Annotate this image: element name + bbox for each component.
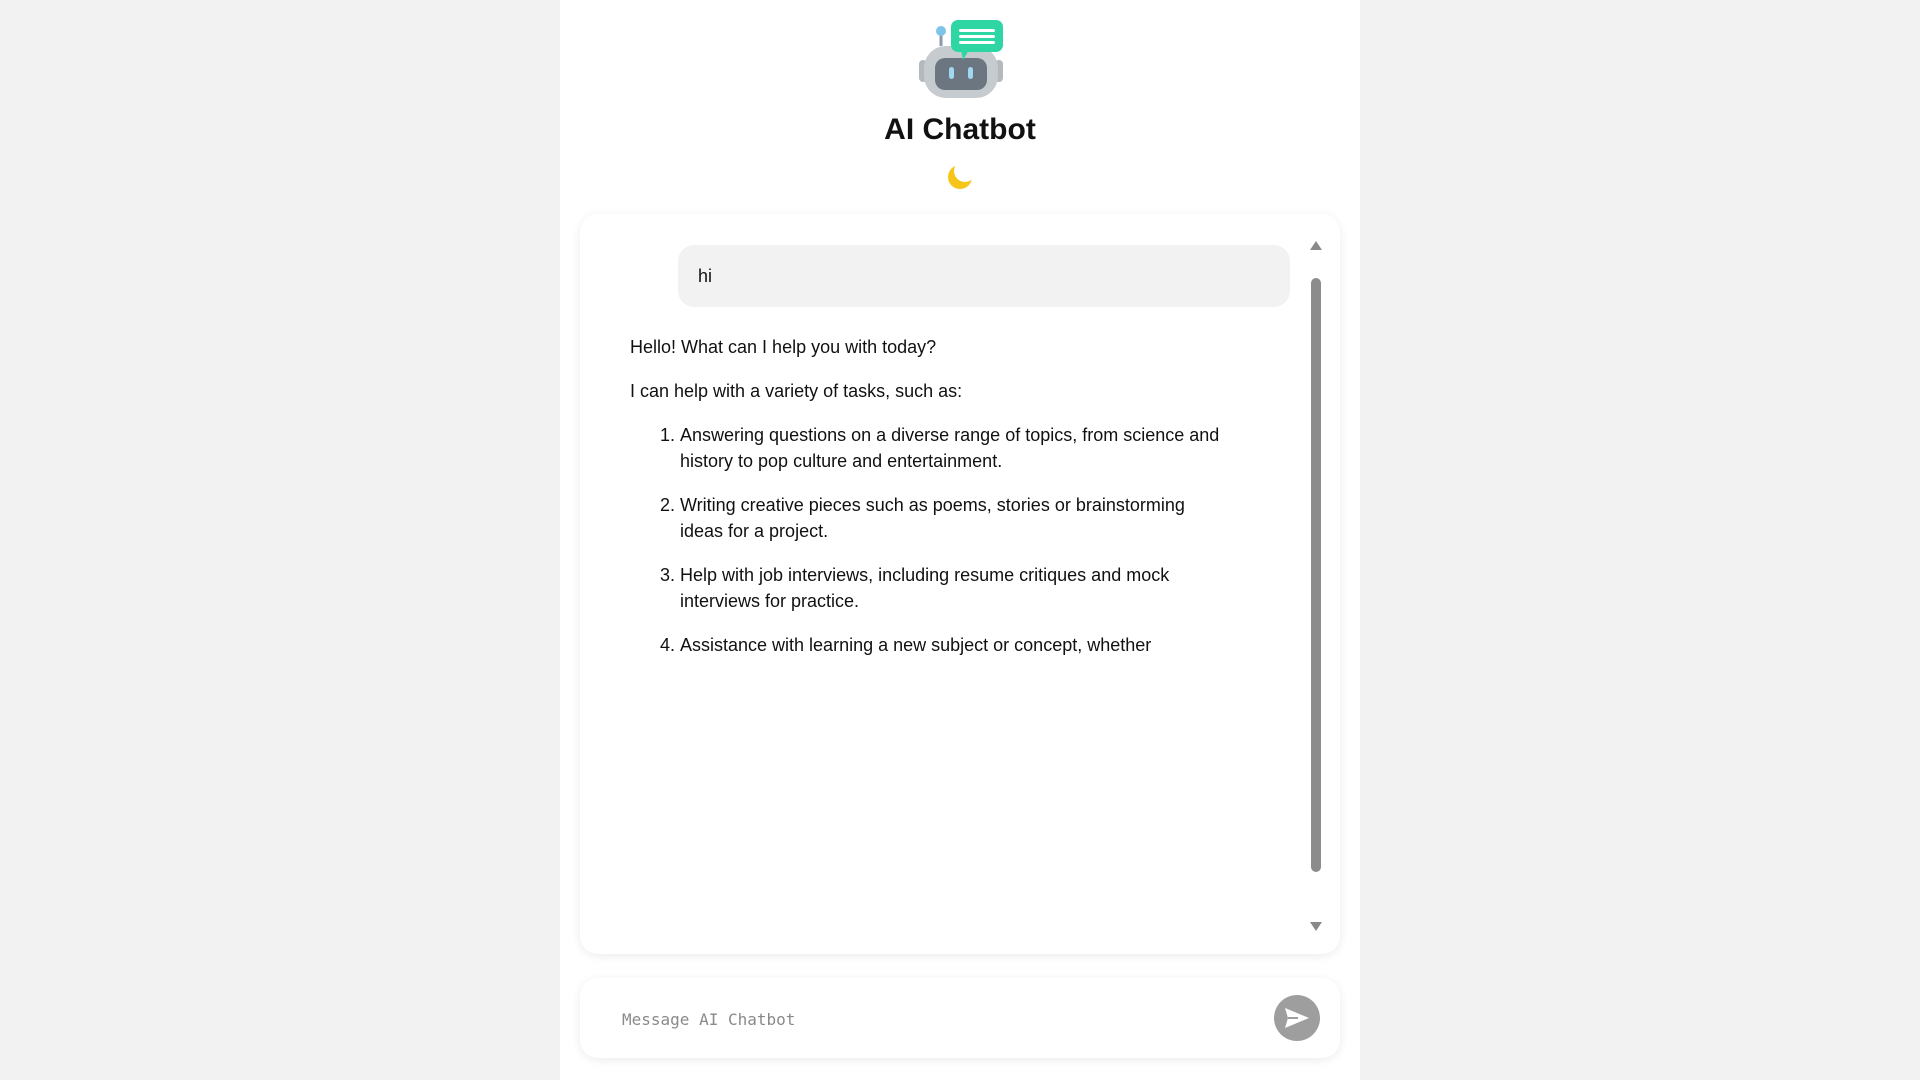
scrollbar-thumb[interactable] (1311, 278, 1321, 872)
scrollbar[interactable] (1300, 234, 1328, 934)
robot-chat-icon (919, 20, 1003, 100)
list-item: Writing creative pieces such as poems, s… (680, 492, 1230, 544)
bot-message-intro: Hello! What can I help you with today? (630, 337, 937, 357)
list-item: Assistance with learning a new subject o… (680, 632, 1230, 658)
list-item: Answering questions on a diverse range o… (680, 422, 1230, 474)
bot-message-lead: I can help with a variety of tasks, such… (630, 381, 963, 401)
bot-message-list: Answering questions on a diverse range o… (630, 422, 1230, 658)
scrollbar-track[interactable] (1311, 264, 1321, 914)
page-title: AI Chatbot (884, 113, 1036, 146)
chat-app: AI Chatbot hi Hello! What can I help you… (560, 0, 1360, 1080)
user-message-text: hi (698, 266, 713, 286)
list-item: Help with job interviews, including resu… (680, 562, 1230, 614)
user-message-bubble: hi (678, 245, 1290, 307)
message-list: hi Hello! What can I help you with today… (580, 214, 1316, 954)
header: AI Chatbot (560, 0, 1360, 200)
scroll-down-arrow-icon[interactable] (1310, 922, 1322, 931)
composer (580, 978, 1340, 1058)
scroll-up-arrow-icon[interactable] (1310, 241, 1322, 250)
bot-message: Hello! What can I help you with today? I… (630, 334, 1230, 676)
theme-toggle-button[interactable] (945, 160, 977, 192)
send-button[interactable] (1274, 995, 1320, 1041)
chat-panel: hi Hello! What can I help you with today… (580, 214, 1340, 954)
send-arrow-icon (1285, 1008, 1309, 1028)
message-input[interactable] (620, 998, 1244, 1040)
crescent-moon-icon (948, 165, 972, 189)
